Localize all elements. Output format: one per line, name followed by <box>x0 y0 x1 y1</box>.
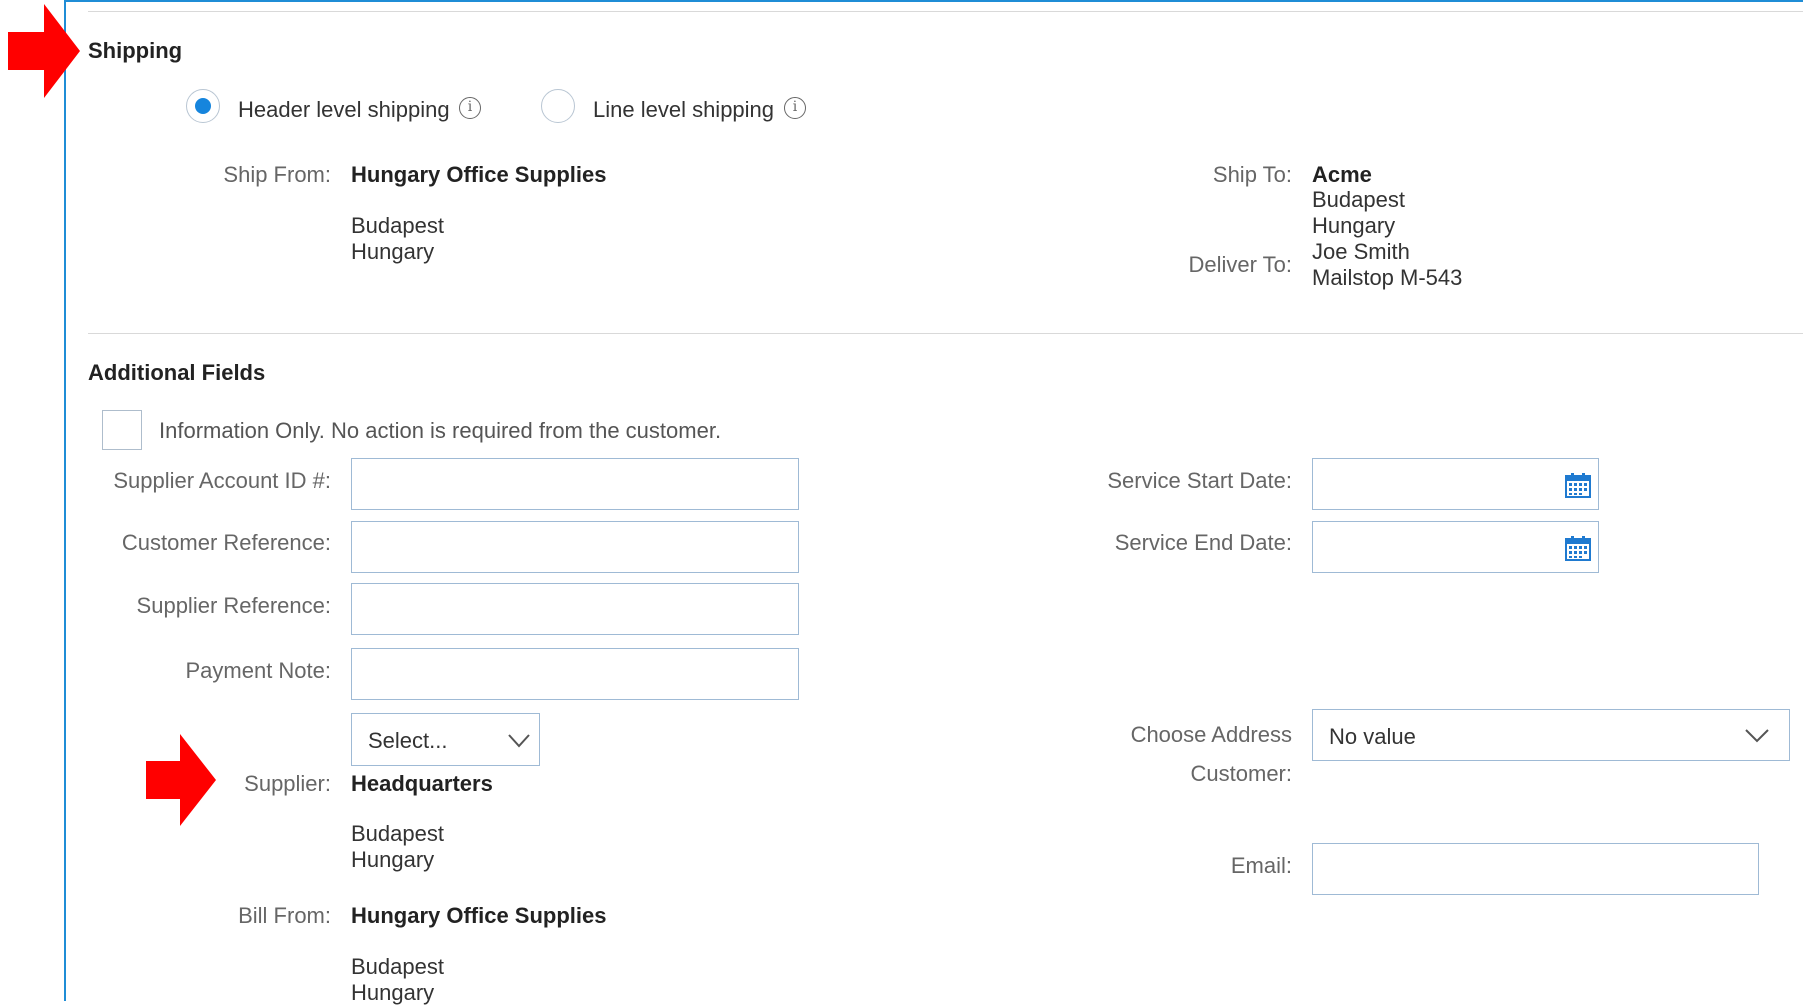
choose-address-label: Choose Address <box>1130 722 1292 747</box>
supplier-name: Headquarters <box>351 771 493 796</box>
choose-address-label-line2: Customer: <box>1190 761 1292 786</box>
information-only-checkbox[interactable] <box>102 410 142 450</box>
panel-left-border <box>64 0 66 1001</box>
ship-to-name: Acme <box>1312 162 1372 187</box>
payment-note-label: Payment Note: <box>185 658 331 683</box>
ship-from-country: Hungary <box>351 239 435 264</box>
choose-address-customer-select[interactable]: No value <box>1312 709 1790 761</box>
email-label: Email: <box>1230 853 1292 878</box>
chevron-down-icon <box>508 734 530 748</box>
additional-fields-title: Additional Fields <box>88 360 266 385</box>
choose-address-select-value: No value <box>1329 724 1416 749</box>
info-icon[interactable]: i <box>459 97 481 119</box>
panel-top-border <box>66 0 1803 2</box>
email-input[interactable] <box>1312 843 1759 895</box>
ship-from-name: Hungary Office Supplies <box>351 162 607 187</box>
bill-from-city: Budapest <box>351 954 444 979</box>
supplier-label: Supplier: <box>244 771 331 796</box>
top-divider <box>88 11 1803 12</box>
header-level-shipping-label[interactable]: Header level shipping <box>238 97 450 123</box>
chevron-down-icon <box>1745 729 1769 743</box>
ship-to-city: Budapest <box>1312 187 1405 212</box>
service-start-date-input[interactable] <box>1312 458 1599 510</box>
supplier-select[interactable]: Select... <box>351 713 540 766</box>
service-end-date-label: Service End Date: <box>1114 530 1292 555</box>
shipping-section-title: Shipping <box>88 38 183 63</box>
supplier-reference-input[interactable] <box>351 583 799 635</box>
supplier-country: Hungary <box>351 847 435 872</box>
payment-note-input[interactable] <box>351 648 799 700</box>
bill-from-country: Hungary <box>351 980 435 1005</box>
calendar-icon[interactable] <box>1565 535 1591 561</box>
information-only-label: Information Only. No action is required … <box>159 418 722 443</box>
annotation-arrow-shipping <box>8 4 80 98</box>
ship-to-label: Ship To: <box>1212 162 1292 187</box>
customer-reference-input[interactable] <box>351 521 799 573</box>
ship-from-label: Ship From: <box>223 162 331 187</box>
customer-reference-label: Customer Reference: <box>121 530 331 555</box>
supplier-city: Budapest <box>351 821 444 846</box>
supplier-reference-label: Supplier Reference: <box>136 593 331 618</box>
bill-from-label: Bill From: <box>238 903 331 928</box>
ship-to-country: Hungary <box>1312 213 1396 238</box>
ship-from-city: Budapest <box>351 213 444 238</box>
line-level-shipping-radio[interactable] <box>541 89 575 123</box>
bill-from-name: Hungary Office Supplies <box>351 903 607 928</box>
info-icon[interactable]: i <box>784 97 806 119</box>
supplier-account-id-input[interactable] <box>351 458 799 510</box>
supplier-select-value: Select... <box>368 728 448 753</box>
service-end-date-input[interactable] <box>1312 521 1599 573</box>
annotation-arrow-supplier <box>146 734 216 826</box>
section-divider <box>88 333 1803 334</box>
supplier-account-id-label: Supplier Account ID #: <box>113 468 331 493</box>
line-level-shipping-label[interactable]: Line level shipping <box>593 97 774 123</box>
service-start-date-label: Service Start Date: <box>1107 468 1292 493</box>
deliver-to-mailstop: Mailstop M-543 <box>1312 265 1463 290</box>
header-level-shipping-radio[interactable] <box>186 89 220 123</box>
deliver-to-person: Joe Smith <box>1312 239 1410 264</box>
deliver-to-label: Deliver To: <box>1188 252 1292 277</box>
calendar-icon[interactable] <box>1565 472 1591 498</box>
